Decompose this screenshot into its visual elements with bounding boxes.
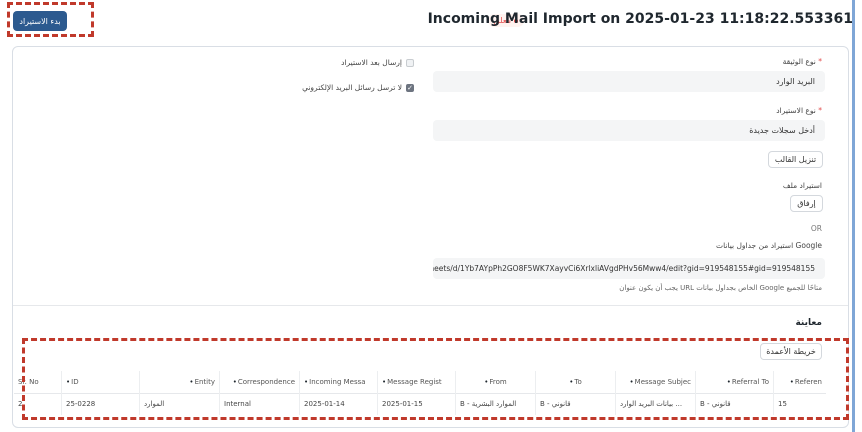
preview-title: معاينة [795, 318, 822, 328]
highlight-preview-table [22, 338, 849, 420]
highlight-start-button [7, 2, 94, 37]
doctype-label: نوع الوثيقة * [782, 57, 822, 66]
import-type-field[interactable]: أدخل سجلات جديدة [433, 120, 825, 141]
section-divider [13, 305, 848, 306]
submit-after-import-checkbox[interactable] [406, 58, 414, 67]
page-header: بدء الاستيراد معلق Incoming Mail Import … [0, 0, 862, 42]
import-file-label: استيراد ملف [782, 181, 822, 190]
or-text: OR [810, 224, 822, 233]
dont-send-emails-row[interactable]: لا ترسل رسائل البريد الإلكتروني ✓ [302, 83, 414, 92]
download-template-button[interactable]: تنزيل القالب [768, 151, 823, 168]
gsheets-label: استيراد من جداول بيانات Google [716, 241, 822, 250]
page-title: Incoming Mail Import on 2025-01-23 11:18… [427, 11, 853, 27]
submit-after-import-row[interactable]: إرسال بعد الاستيراد [341, 58, 414, 67]
submit-after-import-label: إرسال بعد الاستيراد [341, 58, 402, 67]
scrollbar[interactable] [852, 0, 855, 432]
import-type-label: نوع الاستيراد * [776, 106, 822, 115]
doctype-field[interactable]: البريد الوارد [433, 71, 825, 92]
dont-send-emails-label: لا ترسل رسائل البريد الإلكتروني [302, 83, 402, 92]
gsheets-hint: يجب أن يكون عنوان URL الخاص بجداول بيانا… [619, 284, 822, 292]
gsheets-url-input[interactable]: heets/d/1Yb7AYpPh2GO8F5WK7XayvCi6XrlxliA… [433, 258, 825, 279]
attach-button[interactable]: إرفاق [790, 195, 823, 212]
dont-send-emails-checkbox[interactable]: ✓ [406, 83, 414, 92]
